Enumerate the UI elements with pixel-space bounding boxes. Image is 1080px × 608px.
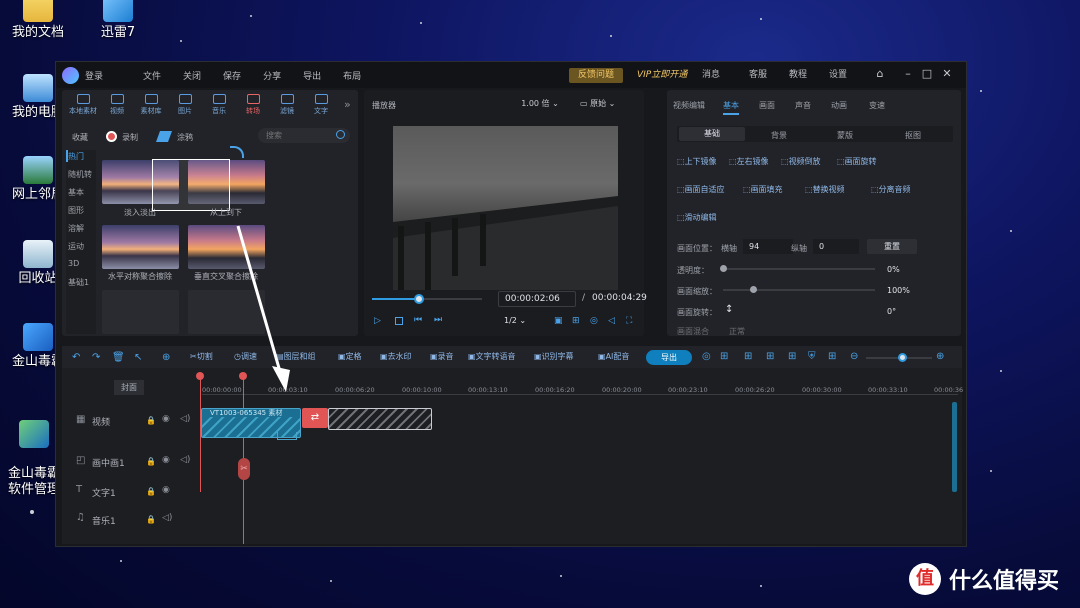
drag-arrow-icon xyxy=(236,225,290,392)
watermark: 值 什么值得买 xyxy=(909,563,1059,595)
watermark-text: 什么值得买 xyxy=(949,569,1060,594)
zhidemai-logo-icon: 值 xyxy=(909,563,941,595)
